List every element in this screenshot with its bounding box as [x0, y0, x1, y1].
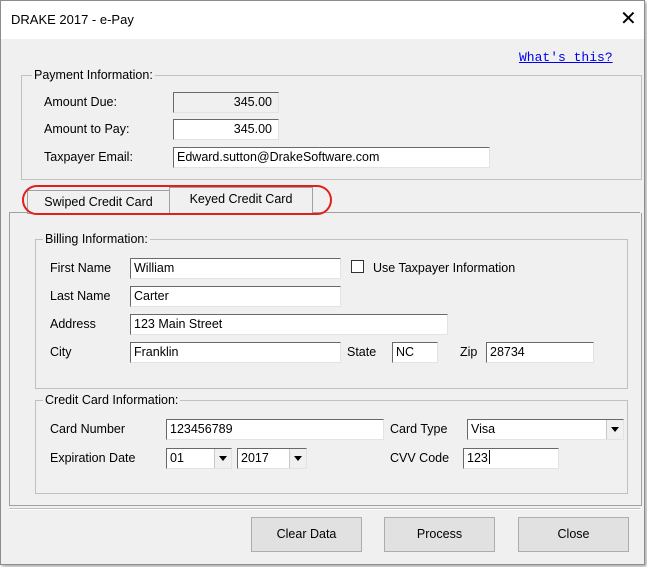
credit-card-info-legend: Credit Card Information: — [43, 393, 181, 407]
amount-due-field: 345.00 — [173, 92, 279, 113]
first-name-field[interactable]: William — [130, 258, 341, 279]
cvv-code-label: CVV Code — [390, 451, 450, 465]
amount-due-label: Amount Due: — [44, 95, 117, 109]
zip-field[interactable]: 28734 — [486, 342, 594, 363]
payment-info-legend: Payment Information: — [32, 68, 155, 82]
cvv-code-value: 123 — [467, 451, 488, 465]
state-label: State — [347, 345, 377, 359]
exp-month-value: 01 — [170, 451, 184, 465]
close-icon[interactable]: ✕ — [620, 7, 637, 31]
city-label: City — [50, 345, 72, 359]
address-field[interactable]: 123 Main Street — [130, 314, 448, 335]
taxpayer-email-label: Taxpayer Email: — [44, 150, 133, 164]
amount-to-pay-label: Amount to Pay: — [44, 122, 130, 136]
chevron-down-icon[interactable] — [289, 449, 306, 468]
first-name-label: First Name — [50, 261, 112, 275]
card-type-value: Visa — [471, 422, 496, 436]
credit-card-info-group — [35, 400, 628, 494]
tab-swiped-credit-card[interactable]: Swiped Credit Card — [27, 190, 170, 214]
clear-data-button[interactable]: Clear Data — [251, 517, 362, 552]
amount-to-pay-field[interactable]: 345.00 — [173, 119, 279, 140]
epay-dialog: DRAKE 2017 - e-Pay ✕ What's this? Paymen… — [0, 0, 645, 565]
card-number-label: Card Number — [50, 422, 126, 436]
window-title: DRAKE 2017 - e-Pay — [11, 12, 134, 27]
card-type-label: Card Type — [390, 422, 448, 436]
exp-year-select[interactable]: 2017 — [237, 448, 307, 469]
footer-separator-highlight — [9, 509, 640, 510]
whats-this-link[interactable]: What's this? — [519, 50, 613, 65]
chevron-down-icon[interactable] — [606, 420, 623, 439]
address-label: Address — [50, 317, 96, 331]
close-button[interactable]: Close — [518, 517, 629, 552]
state-field[interactable]: NC — [392, 342, 438, 363]
city-field[interactable]: Franklin — [130, 342, 341, 363]
exp-month-select[interactable]: 01 — [166, 448, 232, 469]
text-cursor — [488, 450, 490, 464]
chevron-down-icon[interactable] — [214, 449, 231, 468]
cvv-code-field[interactable]: 123 — [463, 448, 559, 469]
expiration-date-label: Expiration Date — [50, 451, 136, 465]
card-number-field[interactable]: 123456789 — [166, 419, 384, 440]
exp-year-value: 2017 — [241, 451, 269, 465]
use-taxpayer-checkbox[interactable] — [351, 260, 364, 273]
title-bar: DRAKE 2017 - e-Pay ✕ — [1, 1, 644, 39]
last-name-field[interactable]: Carter — [130, 286, 341, 307]
use-taxpayer-label[interactable]: Use Taxpayer Information — [373, 261, 515, 275]
zip-label: Zip — [460, 345, 478, 359]
billing-info-legend: Billing Information: — [43, 232, 150, 246]
card-type-select[interactable]: Visa — [467, 419, 624, 440]
taxpayer-email-field[interactable]: Edward.sutton@DrakeSoftware.com — [173, 147, 490, 168]
tab-keyed-credit-card[interactable]: Keyed Credit Card — [169, 187, 313, 214]
last-name-label: Last Name — [50, 289, 111, 303]
process-button[interactable]: Process — [384, 517, 495, 552]
